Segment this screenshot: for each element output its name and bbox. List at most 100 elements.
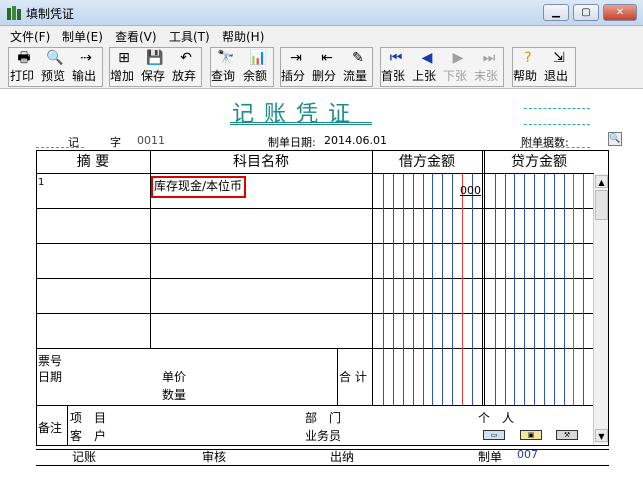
abandon-button[interactable]: ↶ 放弃 (172, 47, 200, 87)
salesman-label: 业务员 (305, 429, 342, 443)
department-label: 部 门 (305, 411, 342, 425)
column-header-summary: 摘 要 (76, 154, 110, 170)
minimize-button[interactable]: ▁ (543, 4, 569, 21)
card-icon[interactable]: ▣ (520, 430, 542, 440)
cash-flow-button[interactable]: ✎ 流量 (343, 47, 373, 87)
next-icon: ▶ (452, 50, 464, 66)
delete-split-button[interactable]: ⇤ 删分 (312, 47, 342, 87)
prev-icon: ◀ (421, 50, 433, 66)
cashier-label: 出纳 (330, 450, 355, 464)
top-right-dash-1 (524, 108, 590, 109)
customer-label: 客 户 (70, 429, 107, 443)
balance-button[interactable]: 📊 余额 (243, 47, 273, 87)
help-button[interactable]: ? 帮助 (513, 47, 543, 87)
digit-column-line (534, 174, 535, 405)
exit-button[interactable]: ⇲ 退出 (544, 47, 574, 87)
query-button[interactable]: 🔭 查询 (211, 47, 241, 87)
vertical-scrollbar[interactable]: ▲ ▼ (593, 174, 608, 444)
row-number: 1 (38, 177, 45, 188)
ticket-no-label: 票号 (38, 354, 63, 368)
date-field-label: 日期 (38, 370, 63, 384)
maker-value: 007 (517, 448, 538, 461)
scroll-thumb[interactable] (595, 190, 608, 220)
digit-column-line (432, 174, 433, 405)
keyboard-icon[interactable]: ▭ (483, 430, 505, 440)
digit-column-line (393, 174, 394, 405)
quantity-label: 数量 (162, 388, 187, 402)
add-button[interactable]: ⊞ 增加 (110, 47, 138, 87)
grid-line (36, 348, 594, 349)
project-label: 项 目 (70, 411, 107, 425)
review-label: 审核 (202, 450, 227, 464)
grid-line (36, 173, 594, 174)
save-button[interactable]: 💾 保存 (141, 47, 169, 87)
menu-tools[interactable]: 工具(T) (169, 28, 210, 45)
grid-line (36, 208, 594, 209)
digit-column-line (583, 174, 584, 405)
window-title: 填制凭证 (26, 7, 75, 21)
first-button[interactable]: ⏮ 首张 (381, 47, 411, 87)
title-underline-2 (230, 124, 372, 125)
preview-button[interactable]: 🔍 预览 (41, 47, 69, 87)
grid-line (36, 405, 594, 406)
footer-border (36, 465, 609, 466)
maximize-button[interactable]: ▢ (573, 4, 599, 21)
menu-make[interactable]: 制单(E) (62, 28, 103, 45)
account-cell[interactable]: 库存现金/本位币 (151, 176, 246, 198)
printer-icon: 🖶 (17, 50, 31, 66)
close-button[interactable]: ✕ (603, 4, 637, 21)
print-button[interactable]: 🖶 打印 (10, 47, 38, 87)
tools-icon[interactable]: ⚒ (556, 430, 578, 440)
app-icon (7, 6, 21, 20)
menu-file[interactable]: 文件(F) (10, 28, 50, 45)
menu-help[interactable]: 帮助(H) (222, 28, 264, 45)
digit-column-line (462, 174, 463, 405)
insert-row-icon: ⇥ (290, 50, 302, 66)
exit-icon: ⇲ (553, 50, 565, 66)
grid-line (484, 151, 485, 405)
scroll-down-icon[interactable]: ▼ (595, 429, 608, 442)
prev-button[interactable]: ◀ 上张 (412, 47, 442, 87)
export-button[interactable]: ⇢ 输出 (72, 47, 100, 87)
help-icon: ? (524, 50, 532, 66)
digit-column-line (505, 174, 506, 405)
unit-price-label: 单价 (162, 370, 187, 384)
digit-column-line (524, 174, 525, 405)
remark-label: 备注 (38, 421, 63, 435)
digit-column-line (544, 174, 545, 405)
header-dash-left (36, 147, 84, 148)
date-label: 制单日期: (268, 136, 316, 149)
digit-column-line (423, 174, 424, 405)
binoculars-icon: 🔭 (217, 50, 235, 66)
next-button[interactable]: ▶ 下张 (443, 47, 473, 87)
title-bar: 填制凭证 ▁ ▢ ✕ (0, 0, 643, 26)
add-icon: ⊞ (118, 50, 130, 66)
voucher-number[interactable]: 0011 (137, 134, 165, 147)
export-icon: ⇢ (80, 50, 92, 66)
digit-column-line (383, 174, 384, 405)
preview-icon: 🔍 (46, 50, 64, 66)
person-label: 个 人 (478, 411, 515, 425)
insert-split-button[interactable]: ⇥ 插分 (281, 47, 311, 87)
top-right-dash-2 (524, 124, 590, 125)
last-icon: ⏭ (482, 50, 496, 66)
pencil-icon: ✎ (352, 50, 364, 66)
bar-chart-icon: 📊 (249, 50, 267, 66)
undo-icon: ↶ (180, 50, 192, 66)
menu-bar: 文件(F) 制单(E) 查看(V) 工具(T) 帮助(H) (0, 26, 643, 45)
voucher-number-label: 字 (110, 136, 121, 149)
digit-column-line (472, 174, 473, 405)
grid-line (36, 278, 594, 279)
grid-line (372, 151, 373, 405)
digit-column-line (564, 174, 565, 405)
voucher-date[interactable]: 2014.06.01 (324, 134, 387, 147)
grid-line (482, 151, 483, 405)
debit-amount[interactable]: 000 (460, 184, 481, 197)
scroll-up-icon[interactable]: ▲ (595, 175, 608, 188)
menu-view[interactable]: 查看(V) (115, 28, 157, 45)
save-icon: 💾 (146, 50, 164, 66)
total-label: 合 计 (339, 370, 367, 384)
search-icon[interactable]: 🔍 (608, 132, 622, 146)
digit-column-line (442, 174, 443, 405)
last-button[interactable]: ⏭ 末张 (474, 47, 504, 87)
